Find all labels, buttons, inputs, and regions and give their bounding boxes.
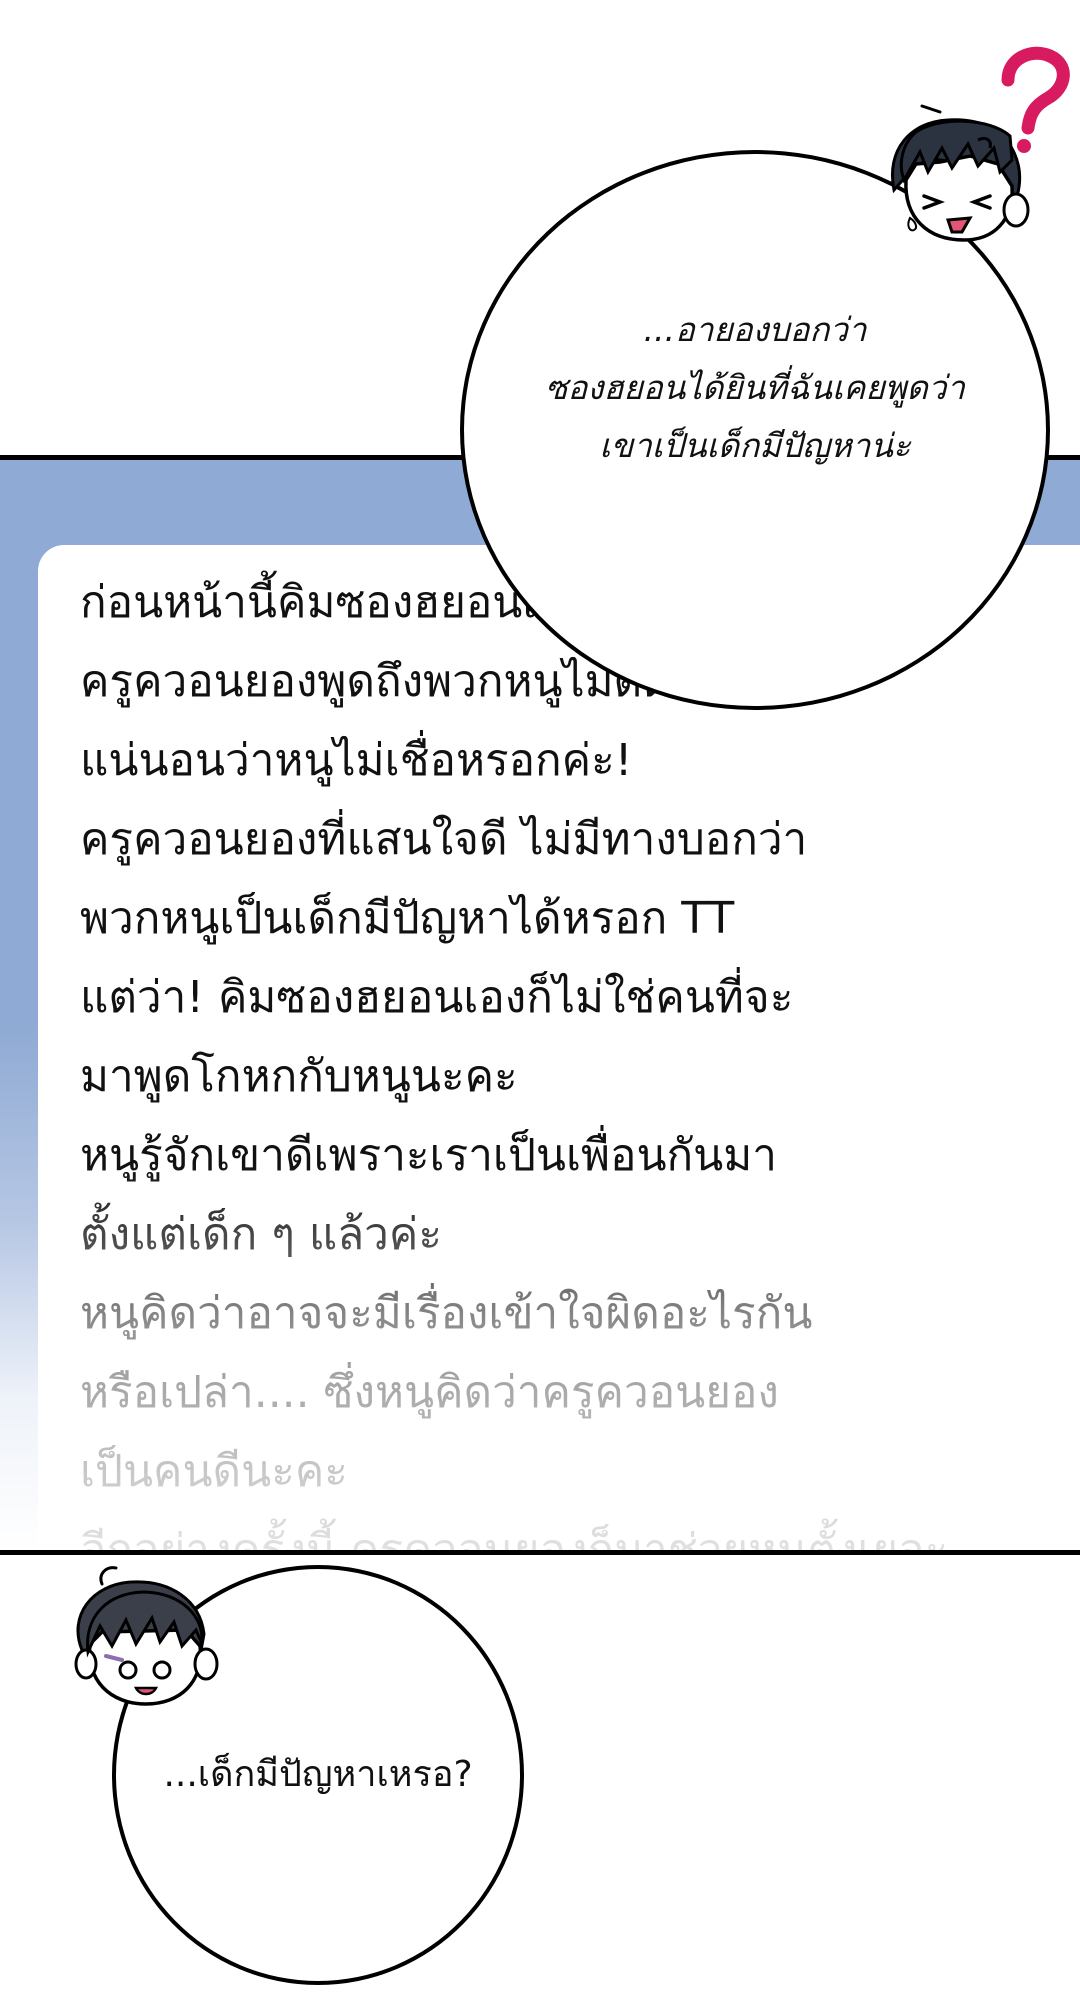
note-line: เป็นคนดีนะคะ <box>80 1446 348 1497</box>
note-line: หรือเปล่า.... ซึ่งหนูคิดว่าครูควอนยอง <box>80 1367 779 1418</box>
balloon-line: ซองฮยอนได้ยินที่ฉันเคยพูดว่า <box>545 367 965 407</box>
note-line: อีกอย่างครั้งนี้ ครูควอนยองก็มาช่วยหนูตั… <box>80 1525 949 1555</box>
confused-boy-icon <box>880 40 1080 250</box>
surprised-boy-icon <box>62 1560 232 1710</box>
question-mark-icon <box>1001 46 1070 153</box>
note-line: ตั้งแต่เด็ก ๆ แล้วค่ะ <box>80 1209 442 1260</box>
balloon-line: เขาเป็นเด็กมีปัญหาน่ะ <box>599 425 911 465</box>
note-text: ก่อนหน้านี้คิมซองฮยอนเคยบอกหนูว่า ครูควอ… <box>80 563 1080 1555</box>
note-card: ก่อนหน้านี้คิมซองฮยอนเคยบอกหนูว่า ครูควอ… <box>38 545 1080 1555</box>
balloon-line: ...อายองบอกว่า <box>643 309 867 349</box>
note-line: แน่นอนว่าหนูไม่เชื่อหรอกค่ะ! <box>80 735 633 786</box>
note-line: ครูควอนยองที่แสนใจดี ไม่มีทางบอกว่า <box>80 814 808 865</box>
confused-boy-drawing <box>891 46 1070 242</box>
surprised-boy-drawing <box>74 1566 219 1706</box>
speech-balloon-top-text: ...อายองบอกว่า ซองฮยอนได้ยินที่ฉันเคยพูด… <box>545 301 965 475</box>
note-line: แต่ว่า! คิมซองฮยอนเองก็ไม่ใช่คนที่จะ <box>80 972 794 1023</box>
note-line: หนูคิดว่าอาจจะมีเรื่องเข้าใจผิดอะไรกัน <box>80 1288 813 1339</box>
webtoon-page: ก่อนหน้านี้คิมซองฮยอนเคยบอกหนูว่า ครูควอ… <box>0 0 1080 2000</box>
note-line: หนูรู้จักเขาดีเพราะเราเป็นเพื่อนกันมา <box>80 1130 777 1181</box>
speech-balloon-bottom-text: ...เด็กมีปัญหาเหรอ? <box>163 1750 472 1800</box>
balloon-line: ...เด็กมีปัญหาเหรอ? <box>163 1754 473 1795</box>
note-line: พวกหนูเป็นเด็กมีปัญหาได้หรอก TT <box>80 893 735 944</box>
note-line: มาพูดโกหกกับหนูนะคะ <box>80 1051 518 1102</box>
